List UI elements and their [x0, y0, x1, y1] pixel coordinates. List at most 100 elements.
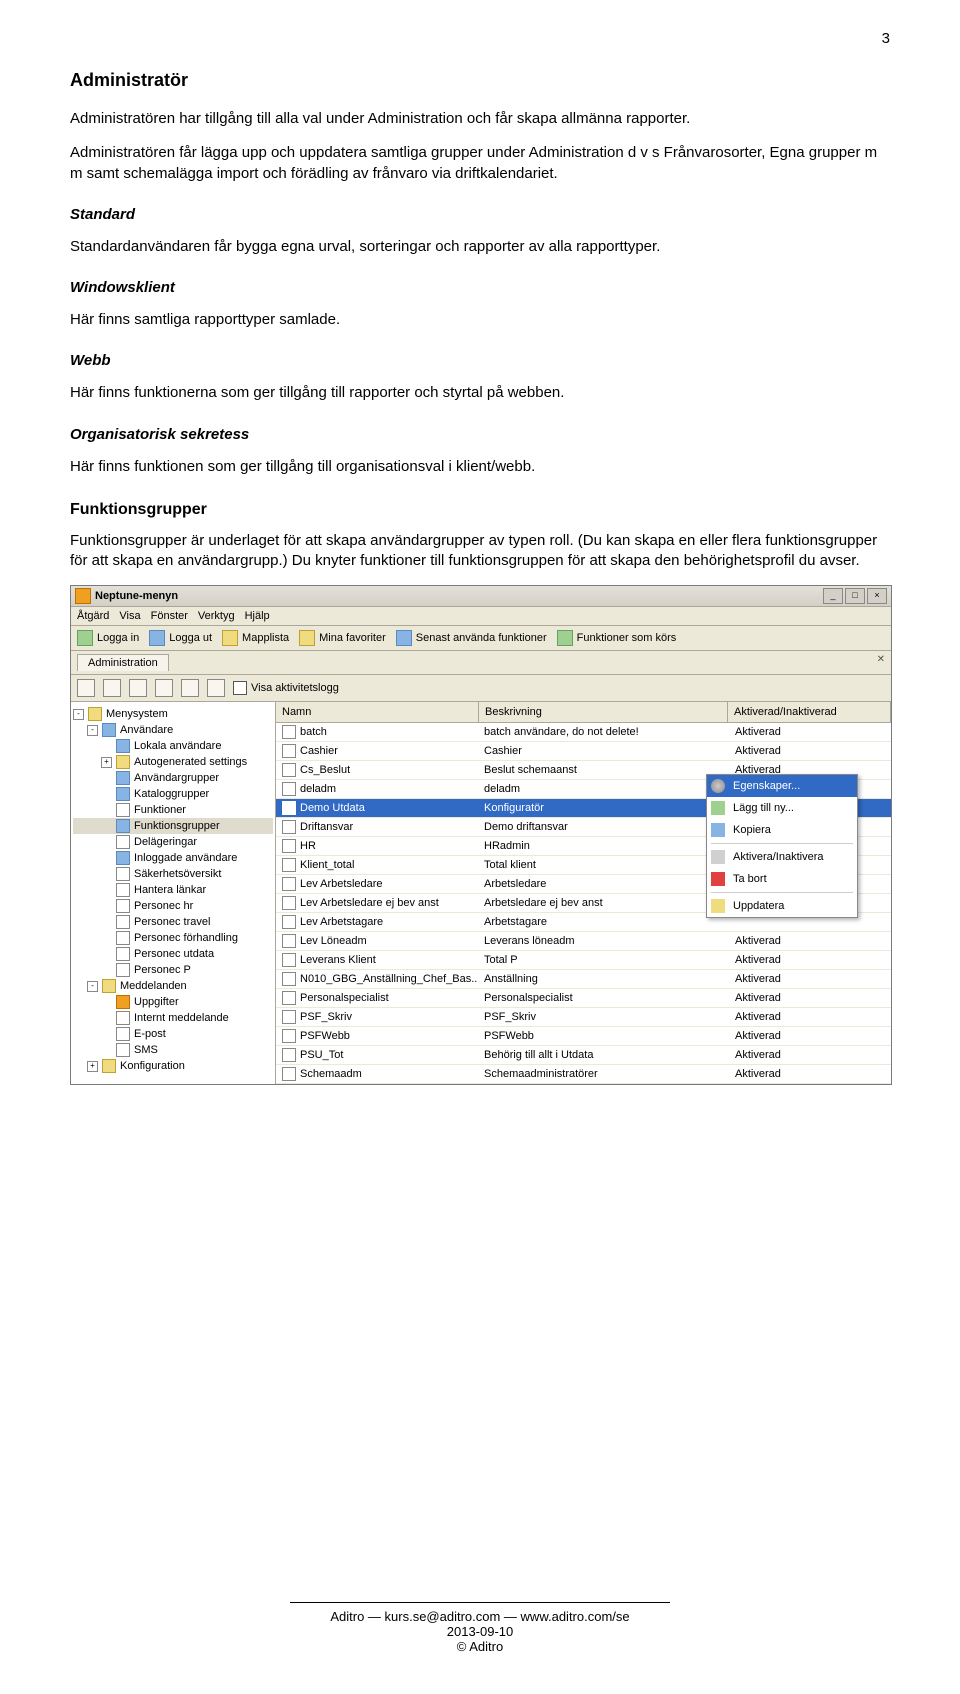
cell-desc: batch användare, do not delete!: [478, 723, 729, 741]
logout-button[interactable]: Logga ut: [149, 630, 212, 646]
tree-node[interactable]: Funktioner: [73, 802, 273, 818]
menu-item[interactable]: Åtgärd: [77, 610, 109, 622]
tree-node[interactable]: SMS: [73, 1042, 273, 1058]
row-icon: [282, 915, 296, 929]
column-header-desc[interactable]: Beskrivning: [479, 702, 728, 722]
row-icon: [282, 934, 296, 948]
row-icon: [282, 839, 296, 853]
row-icon: [282, 1029, 296, 1043]
table-row[interactable]: PSU_TotBehörig till allt i UtdataAktiver…: [276, 1046, 891, 1065]
context-menu-item[interactable]: Kopiera: [707, 819, 857, 841]
tree-node[interactable]: E-post: [73, 1026, 273, 1042]
tree-node[interactable]: Funktionsgrupper: [73, 818, 273, 834]
cell-name: Schemaadm: [276, 1065, 478, 1083]
minimize-button[interactable]: _: [823, 588, 843, 604]
maximize-button[interactable]: □: [845, 588, 865, 604]
tab-close-icon[interactable]: ✕: [877, 654, 885, 671]
row-icon: [282, 991, 296, 1005]
context-menu-item[interactable]: Egenskaper...: [707, 775, 857, 797]
cell-desc: Behörig till allt i Utdata: [478, 1046, 729, 1064]
doc-icon: [116, 1011, 130, 1025]
menu-item[interactable]: Hjälp: [245, 610, 270, 622]
cell-desc: Beslut schemaanst: [478, 761, 729, 779]
icon-button[interactable]: [207, 679, 225, 697]
login-button[interactable]: Logga in: [77, 630, 139, 646]
close-button[interactable]: ×: [867, 588, 887, 604]
standard-paragraph: Standardanvändaren får bygga egna urval,…: [70, 237, 890, 257]
tree-node[interactable]: +Konfiguration: [73, 1058, 273, 1074]
tree-node[interactable]: Personec utdata: [73, 946, 273, 962]
cell-act: Aktiverad: [729, 1008, 891, 1026]
toolbar-label: Funktioner som körs: [577, 632, 677, 644]
table-row[interactable]: PersonalspecialistPersonalspecialistAkti…: [276, 989, 891, 1008]
table-row[interactable]: SchemaadmSchemaadministratörerAktiverad: [276, 1065, 891, 1084]
icon-button[interactable]: [129, 679, 147, 697]
tree-node[interactable]: Personec P: [73, 962, 273, 978]
context-menu-item[interactable]: Lägg till ny...: [707, 797, 857, 819]
table-row[interactable]: PSFWebbPSFWebbAktiverad: [276, 1027, 891, 1046]
table-row[interactable]: PSF_SkrivPSF_SkrivAktiverad: [276, 1008, 891, 1027]
icon-button[interactable]: [181, 679, 199, 697]
column-header-name[interactable]: Namn: [276, 702, 479, 722]
webb-paragraph: Här finns funktionerna som ger tillgång …: [70, 383, 890, 403]
tree-node[interactable]: Hantera länkar: [73, 882, 273, 898]
expand-icon[interactable]: +: [87, 1061, 98, 1072]
table-row[interactable]: N010_GBG_Anställning_Chef_Bas...Anställn…: [276, 970, 891, 989]
tree-node[interactable]: -Menysystem: [73, 706, 273, 722]
tree-node[interactable]: Lokala användare: [73, 738, 273, 754]
mapplista-button[interactable]: Mapplista: [222, 630, 289, 646]
app-window: Neptune-menyn _ □ × Åtgärd Visa Fönster …: [70, 585, 892, 1085]
menu-item[interactable]: Verktyg: [198, 610, 235, 622]
icon-button[interactable]: [155, 679, 173, 697]
tree-node[interactable]: Personec förhandling: [73, 930, 273, 946]
doc-icon: [116, 947, 130, 961]
tree-node[interactable]: -Användare: [73, 722, 273, 738]
table-row[interactable]: CashierCashierAktiverad: [276, 742, 891, 761]
tab-administration[interactable]: Administration: [77, 654, 169, 671]
favorites-button[interactable]: Mina favoriter: [299, 630, 386, 646]
tree-node[interactable]: Personec travel: [73, 914, 273, 930]
tree-node[interactable]: Kataloggrupper: [73, 786, 273, 802]
icon-button[interactable]: [77, 679, 95, 697]
expand-icon[interactable]: +: [101, 757, 112, 768]
tree-node[interactable]: -Meddelanden: [73, 978, 273, 994]
tree-node[interactable]: +Autogenerated settings: [73, 754, 273, 770]
data-grid: Namn Beskrivning Aktiverad/Inaktiverad b…: [276, 702, 891, 1084]
table-row[interactable]: batchbatch användare, do not delete!Akti…: [276, 723, 891, 742]
context-menu-item[interactable]: Ta bort: [707, 868, 857, 890]
context-menu-item[interactable]: Uppdatera: [707, 895, 857, 917]
heading-orgsekretess: Organisatorisk sekretess: [70, 426, 890, 443]
expand-icon[interactable]: -: [87, 725, 98, 736]
running-button[interactable]: Funktioner som körs: [557, 630, 677, 646]
tree-node[interactable]: Användargrupper: [73, 770, 273, 786]
cell-desc: HRadmin: [478, 837, 729, 855]
cell-desc: Leverans löneadm: [478, 932, 729, 950]
row-icon: [282, 858, 296, 872]
cell-name: Driftansvar: [276, 818, 478, 836]
menu-item[interactable]: Fönster: [151, 610, 188, 622]
cell-name: Lev Arbetstagare: [276, 913, 478, 931]
tree-node[interactable]: Personec hr: [73, 898, 273, 914]
activity-log-checkbox[interactable]: Visa aktivitetslogg: [233, 679, 339, 697]
table-row[interactable]: Leverans KlientTotal PAktiverad: [276, 951, 891, 970]
tree-node[interactable]: Internt meddelande: [73, 1010, 273, 1026]
cell-desc: PSF_Skriv: [478, 1008, 729, 1026]
column-header-act[interactable]: Aktiverad/Inaktiverad: [728, 702, 891, 722]
cell-name: Demo Utdata: [276, 799, 478, 817]
expand-icon[interactable]: -: [87, 981, 98, 992]
tabbar: Administration ✕: [71, 651, 891, 675]
context-menu-item[interactable]: Aktivera/Inaktivera: [707, 846, 857, 868]
tree-node[interactable]: Uppgifter: [73, 994, 273, 1010]
tree-node[interactable]: Säkerhetsöversikt: [73, 866, 273, 882]
tree-node[interactable]: Delägeringar: [73, 834, 273, 850]
table-row[interactable]: Lev LöneadmLeverans löneadmAktiverad: [276, 932, 891, 951]
icon-button[interactable]: [103, 679, 121, 697]
row-icon: [282, 877, 296, 891]
cell-desc: Arbetsledare: [478, 875, 729, 893]
row-icon: [282, 725, 296, 739]
recent-button[interactable]: Senast använda funktioner: [396, 630, 547, 646]
tree-node[interactable]: Inloggade användare: [73, 850, 273, 866]
expand-icon[interactable]: -: [73, 709, 84, 720]
menu-item[interactable]: Visa: [119, 610, 140, 622]
footer: Aditro — kurs.se@aditro.com — www.aditro…: [0, 1602, 960, 1654]
